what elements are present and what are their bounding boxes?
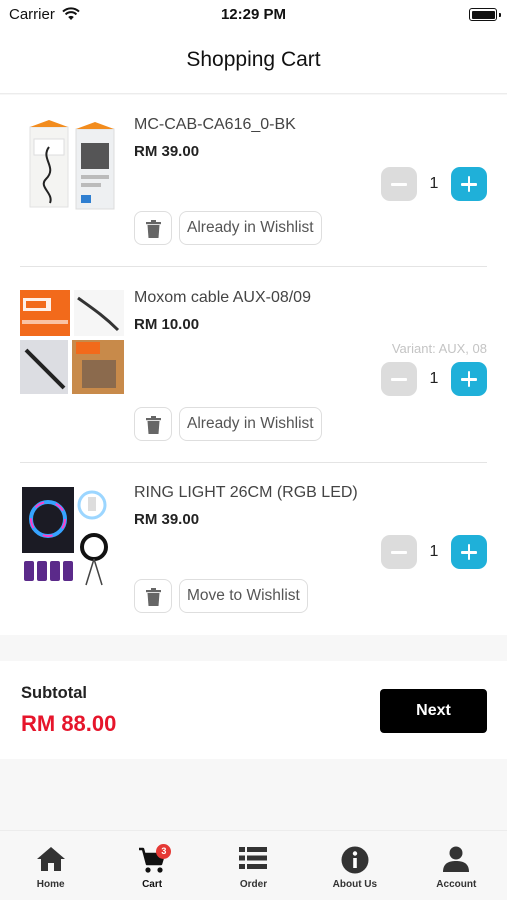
cart-count-badge: 3 xyxy=(156,844,172,859)
product-price: RM 39.00 xyxy=(134,143,200,160)
product-price: RM 39.00 xyxy=(134,511,200,528)
product-name[interactable]: MC-CAB-CA616_0-BK xyxy=(134,116,296,134)
tab-about-us[interactable]: About Us xyxy=(304,831,405,900)
quantity-value: 1 xyxy=(429,175,439,192)
tab-label: Cart xyxy=(142,879,163,890)
subtotal-value: RM 88.00 xyxy=(21,711,117,736)
status-bar: Carrier 12:29 PM xyxy=(0,0,507,30)
tab-label: Account xyxy=(436,879,477,890)
list-icon xyxy=(239,847,268,869)
increase-quantity-button[interactable] xyxy=(451,167,487,201)
decrease-quantity-button[interactable] xyxy=(381,535,417,569)
info-icon xyxy=(341,846,369,874)
tab-account[interactable]: Account xyxy=(406,831,507,900)
trash-icon xyxy=(146,220,161,238)
clock: 12:29 PM xyxy=(220,6,287,23)
divider xyxy=(20,266,487,267)
minus-icon xyxy=(391,183,407,186)
cart-item: Moxom cable AUX-08/09 RM 10.00 Variant: … xyxy=(0,268,507,463)
product-image[interactable] xyxy=(20,485,124,589)
wishlist-button[interactable]: Already in Wishlist xyxy=(179,407,322,441)
minus-icon xyxy=(391,551,407,554)
remove-item-button[interactable] xyxy=(134,579,172,613)
cart-item: MC-CAB-CA616_0-BK RM 39.00 1 Already in … xyxy=(0,95,507,267)
nav-header: Shopping Cart xyxy=(0,30,507,94)
page-title: Shopping Cart xyxy=(186,48,321,71)
subtotal-label: Subtotal xyxy=(21,684,87,702)
quantity-value: 1 xyxy=(429,370,439,387)
increase-quantity-button[interactable] xyxy=(451,362,487,396)
trash-icon xyxy=(146,588,161,606)
section-gap xyxy=(0,635,507,661)
trash-icon xyxy=(146,416,161,434)
battery-icon xyxy=(469,8,501,21)
wishlist-button[interactable]: Already in Wishlist xyxy=(179,211,322,245)
increase-quantity-button[interactable] xyxy=(451,535,487,569)
quantity-value: 1 xyxy=(429,543,439,560)
product-name[interactable]: Moxom cable AUX-08/09 xyxy=(134,289,311,307)
subtotal-panel: Subtotal RM 88.00 Next xyxy=(0,661,507,759)
home-icon xyxy=(36,847,65,871)
product-name[interactable]: RING LIGHT 26CM (RGB LED) xyxy=(134,484,358,502)
product-image[interactable] xyxy=(20,290,124,394)
person-icon xyxy=(443,846,470,872)
product-variant: Variant: AUX, 08 xyxy=(391,341,487,356)
product-price: RM 10.00 xyxy=(134,316,200,333)
wishlist-button[interactable]: Move to Wishlist xyxy=(179,579,308,613)
tab-label: Order xyxy=(239,879,268,890)
cart-item: RING LIGHT 26CM (RGB LED) RM 39.00 1 Mov… xyxy=(0,463,507,635)
next-button[interactable]: Next xyxy=(380,689,487,733)
tab-label: About Us xyxy=(332,879,378,890)
tab-bar: Home 3 Cart Order About Us Account xyxy=(0,830,507,900)
tab-cart[interactable]: 3 Cart xyxy=(101,831,202,900)
product-image[interactable] xyxy=(20,117,124,221)
tab-order[interactable]: Order xyxy=(203,831,304,900)
remove-item-button[interactable] xyxy=(134,407,172,441)
decrease-quantity-button[interactable] xyxy=(381,362,417,396)
minus-icon xyxy=(391,378,407,381)
remove-item-button[interactable] xyxy=(134,211,172,245)
decrease-quantity-button[interactable] xyxy=(381,167,417,201)
tab-home[interactable]: Home xyxy=(0,831,101,900)
tab-label: Home xyxy=(36,879,65,890)
cart-list: MC-CAB-CA616_0-BK RM 39.00 1 Already in … xyxy=(0,95,507,635)
